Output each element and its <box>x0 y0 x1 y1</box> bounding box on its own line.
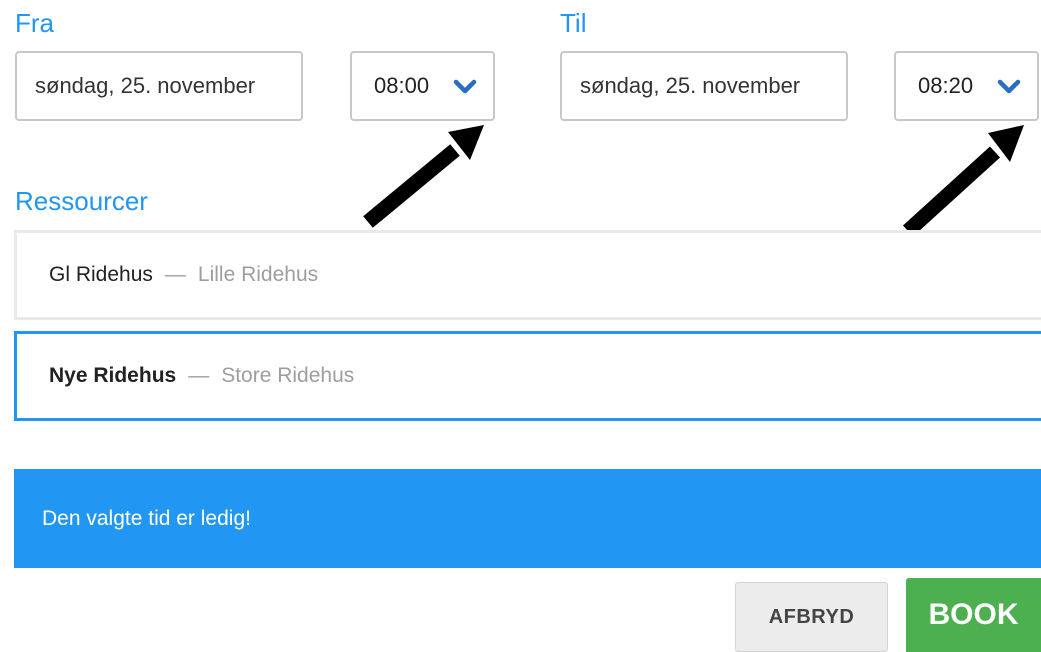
from-date-field[interactable]: søndag, 25. november <box>15 51 303 121</box>
resource-item-nye-ridehus[interactable]: Nye Ridehus — Store Ridehus <box>14 331 1041 421</box>
resource-name: Gl Ridehus <box>49 263 153 286</box>
resource-subtitle: Store Ridehus <box>221 364 355 387</box>
chevron-down-icon <box>453 79 477 94</box>
resource-subtitle: Lille Ridehus <box>197 263 319 286</box>
to-date-field[interactable]: søndag, 25. november <box>560 51 848 121</box>
from-time-value: 08:00 <box>374 73 430 98</box>
resource-name: Nye Ridehus <box>49 364 177 387</box>
from-date-value: søndag, 25. november <box>35 73 256 98</box>
from-time-select[interactable]: 08:00 <box>350 51 495 121</box>
to-date-value: søndag, 25. november <box>580 73 801 98</box>
resources-label: Ressourcer <box>15 186 148 216</box>
cancel-button[interactable]: AFBRYD <box>735 582 888 652</box>
from-label: Fra <box>15 8 54 38</box>
to-label: Til <box>560 8 587 38</box>
book-button[interactable]: BOOK <box>906 578 1041 652</box>
chevron-down-icon <box>997 79 1021 94</box>
arrow-icon <box>363 125 484 228</box>
arrow-icon <box>902 125 1024 237</box>
to-time-select[interactable]: 08:20 <box>894 51 1039 121</box>
resource-item-gl-ridehus[interactable]: Gl Ridehus — Lille Ridehus <box>14 230 1041 320</box>
availability-text: Den valgte tid er ledig! <box>42 506 251 530</box>
resource-separator: — <box>188 364 210 387</box>
to-time-value: 08:20 <box>918 73 974 98</box>
availability-banner: Den valgte tid er ledig! <box>14 469 1041 568</box>
resource-separator: — <box>164 263 186 286</box>
